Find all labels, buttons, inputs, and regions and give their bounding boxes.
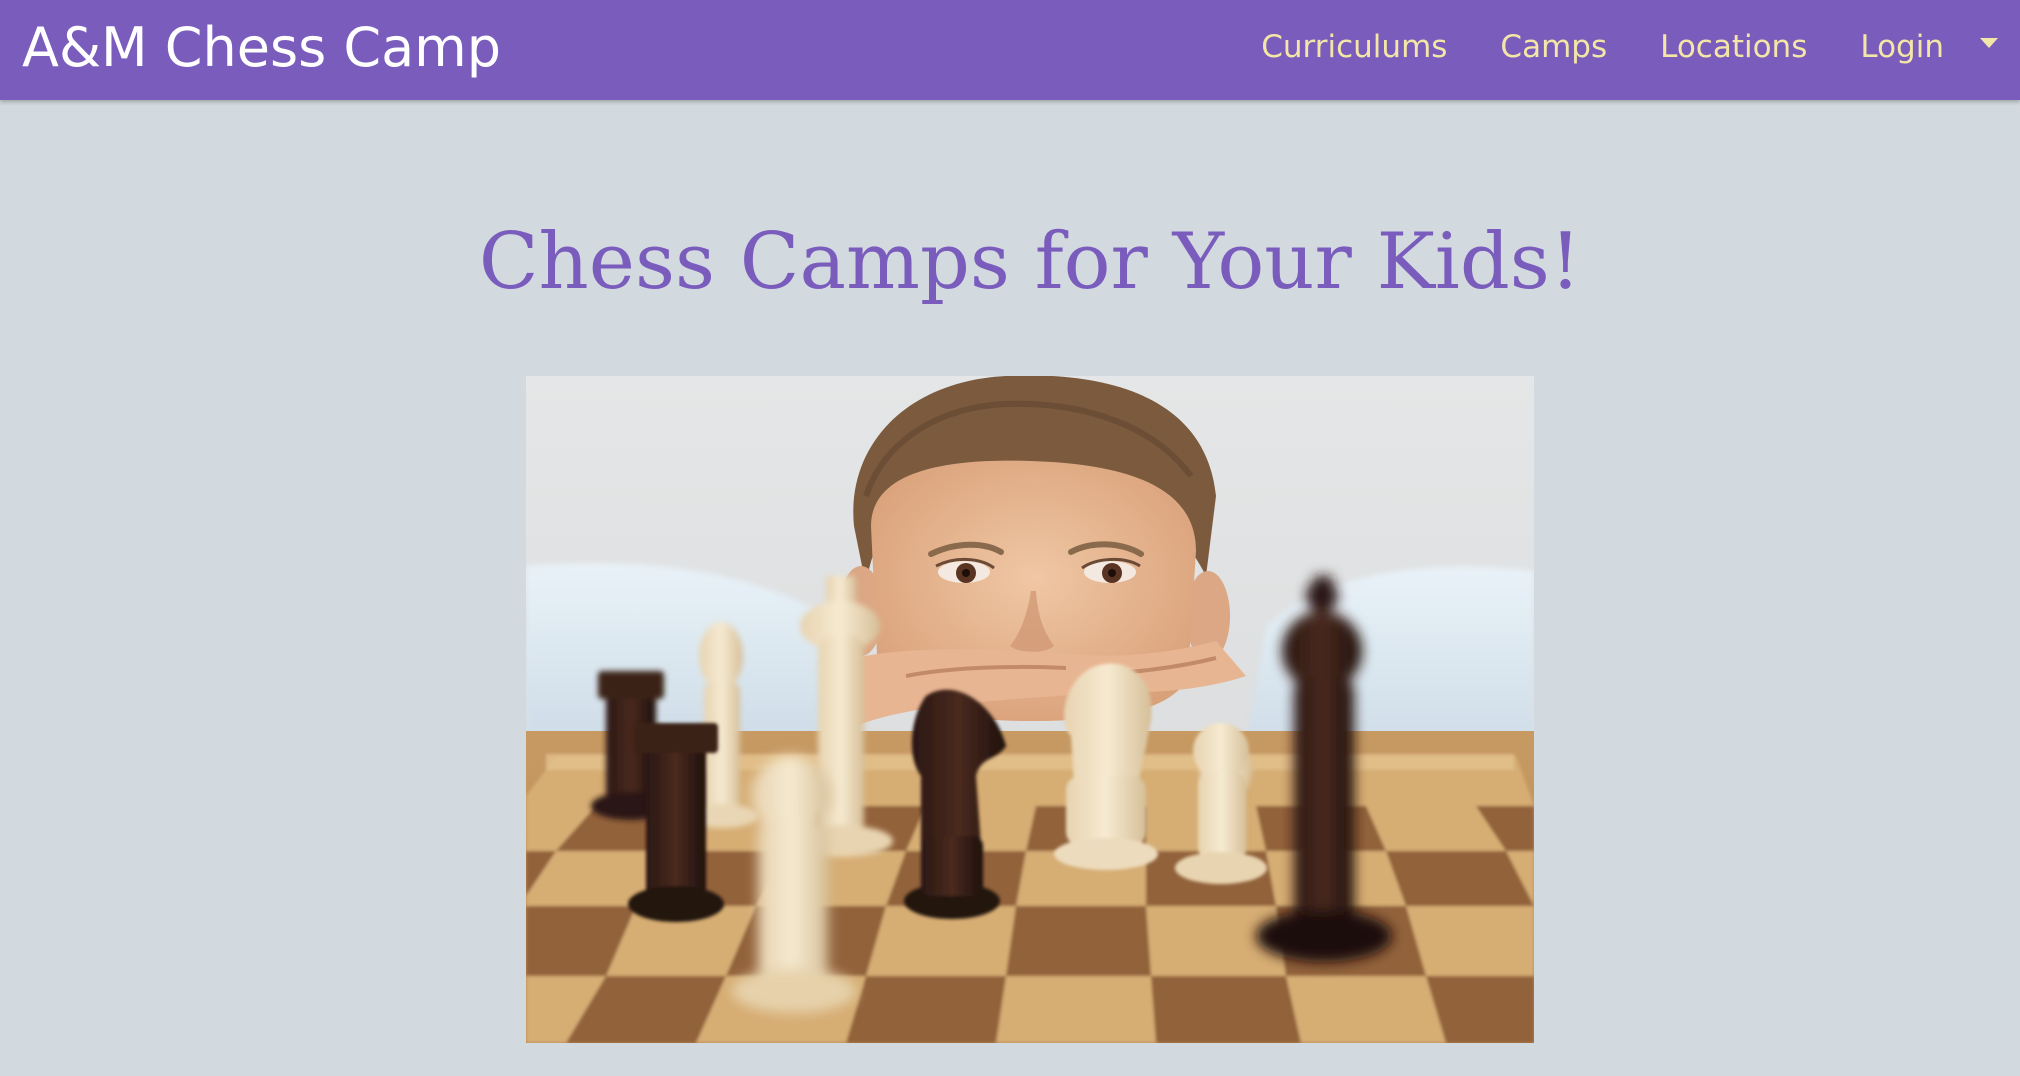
page-title: Chess Camps for Your Kids!	[478, 217, 1582, 307]
top-navbar: A&M Chess Camp Curriculums Camps Locatio…	[0, 0, 2020, 100]
hero-image	[526, 376, 1534, 1043]
nav-links: Curriculums Camps Locations Login	[1208, 0, 2020, 100]
nav-link-curriculums[interactable]: Curriculums	[1261, 27, 1447, 73]
chess-photo	[526, 376, 1534, 1043]
dropdown-caret-icon[interactable]	[1980, 38, 1998, 48]
nav-link-login[interactable]: Login	[1860, 27, 1944, 73]
nav-link-locations[interactable]: Locations	[1660, 27, 1807, 73]
brand-link[interactable]: A&M Chess Camp	[22, 12, 501, 84]
nav-link-camps[interactable]: Camps	[1500, 27, 1607, 73]
